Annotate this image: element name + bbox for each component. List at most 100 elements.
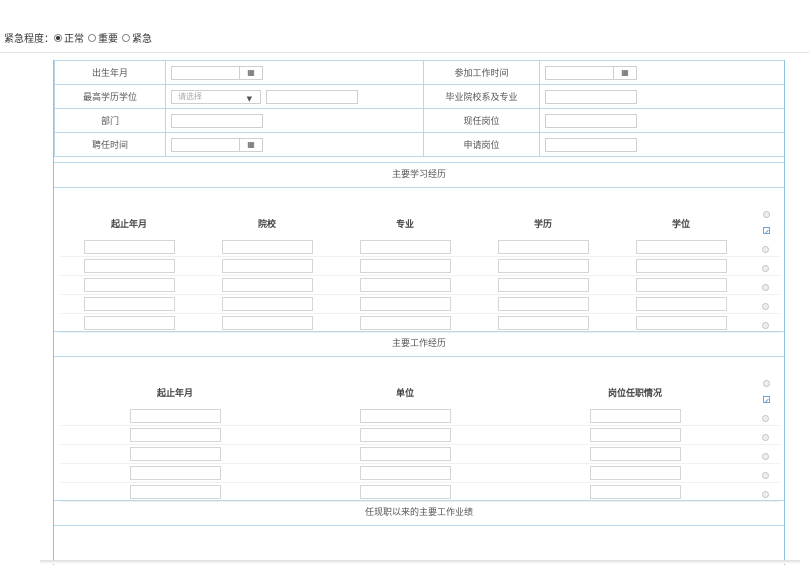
radio-icon[interactable] bbox=[54, 33, 62, 42]
urgency-option-normal[interactable]: 正常 bbox=[54, 30, 84, 45]
work-header: 起止年月 单位 岗位任职情况 bbox=[60, 386, 750, 399]
remove-circle-icon[interactable] bbox=[750, 314, 780, 333]
study-degree-input[interactable] bbox=[635, 278, 727, 292]
work-duties-input[interactable] bbox=[589, 466, 681, 480]
table-row bbox=[60, 483, 780, 502]
study-major-input[interactable] bbox=[359, 259, 451, 273]
work-period-input[interactable] bbox=[129, 428, 221, 442]
study-period-input[interactable] bbox=[83, 316, 175, 330]
study-degree-input[interactable] bbox=[635, 297, 727, 311]
urgency-group: 紧急程度： 正常 重要 紧急 bbox=[4, 30, 156, 45]
study-period-input[interactable] bbox=[83, 297, 175, 311]
work-duties-input[interactable] bbox=[589, 447, 681, 461]
work-period-input[interactable] bbox=[129, 447, 221, 461]
study-education-input[interactable] bbox=[497, 297, 589, 311]
study-school-input[interactable] bbox=[221, 259, 313, 273]
edit-icon[interactable] bbox=[763, 388, 770, 407]
remove-circle-icon[interactable] bbox=[750, 257, 780, 276]
work-employer-input[interactable] bbox=[359, 466, 451, 480]
work-employer-input[interactable] bbox=[359, 447, 451, 461]
education-select[interactable]: 请选择 ▼ bbox=[171, 89, 261, 104]
table-row bbox=[60, 464, 780, 483]
work-employer-input[interactable] bbox=[359, 428, 451, 442]
study-period-input[interactable] bbox=[83, 278, 175, 292]
application-form: 出生年月 ▦ 参加工作时间 ▦ 最高学历学位 请选择 ▼ 毕业院校系及专业 部门 … bbox=[53, 60, 785, 565]
calendar-icon[interactable]: ▦ bbox=[239, 137, 263, 152]
study-education-input[interactable] bbox=[497, 259, 589, 273]
work-period-input[interactable] bbox=[129, 485, 221, 499]
remove-circle-icon[interactable] bbox=[750, 276, 780, 295]
divider bbox=[0, 52, 809, 53]
work-history-title: 主要工作经历 bbox=[54, 331, 784, 357]
study-education-input[interactable] bbox=[497, 278, 589, 292]
study-period-input[interactable] bbox=[83, 259, 175, 273]
calendar-icon[interactable]: ▦ bbox=[613, 65, 637, 80]
work-employer-input[interactable] bbox=[359, 409, 451, 423]
remove-circle-icon[interactable] bbox=[750, 295, 780, 314]
col-period: 起止年月 bbox=[110, 220, 147, 230]
remove-circle-icon[interactable] bbox=[750, 426, 780, 445]
school-major-input[interactable] bbox=[545, 89, 637, 104]
study-degree-input[interactable] bbox=[635, 259, 727, 273]
radio-icon[interactable] bbox=[122, 33, 130, 42]
study-header: 起止年月 院校 专业 学历 学位 bbox=[60, 217, 750, 230]
study-major-input[interactable] bbox=[359, 240, 451, 254]
work-employer-input[interactable] bbox=[359, 485, 451, 499]
work-duties-input[interactable] bbox=[589, 409, 681, 423]
table-row bbox=[60, 295, 780, 314]
birth-label: 出生年月 bbox=[54, 60, 166, 85]
remove-circle-icon[interactable] bbox=[750, 483, 780, 502]
work-duties-input[interactable] bbox=[589, 428, 681, 442]
study-history-title: 主要学习经历 bbox=[54, 162, 784, 188]
work-start-date-input[interactable]: ▦ bbox=[545, 65, 637, 80]
table-row bbox=[60, 314, 780, 333]
study-history-grid: 起止年月 院校 专业 学历 学位 bbox=[54, 188, 784, 333]
study-school-input[interactable] bbox=[221, 278, 313, 292]
apply-position-input[interactable] bbox=[545, 137, 637, 152]
table-row bbox=[60, 445, 780, 464]
col-school: 院校 bbox=[257, 220, 276, 230]
col-period: 起止年月 bbox=[156, 389, 193, 399]
work-start-label: 参加工作时间 bbox=[423, 60, 540, 85]
work-rows bbox=[60, 407, 780, 502]
department-input[interactable] bbox=[171, 113, 263, 128]
birth-date-input[interactable]: ▦ bbox=[171, 65, 263, 80]
study-major-input[interactable] bbox=[359, 316, 451, 330]
study-education-input[interactable] bbox=[497, 316, 589, 330]
study-major-input[interactable] bbox=[359, 278, 451, 292]
study-education-input[interactable] bbox=[497, 240, 589, 254]
education-detail-input[interactable] bbox=[265, 89, 358, 104]
study-degree-input[interactable] bbox=[635, 240, 727, 254]
calendar-icon[interactable]: ▦ bbox=[239, 65, 263, 80]
table-row bbox=[60, 257, 780, 276]
study-school-input[interactable] bbox=[221, 297, 313, 311]
radio-icon[interactable] bbox=[88, 33, 96, 42]
remove-circle-icon[interactable] bbox=[750, 464, 780, 483]
current-position-label: 现任岗位 bbox=[423, 108, 540, 133]
basic-info-table: 出生年月 ▦ 参加工作时间 ▦ 最高学历学位 请选择 ▼ 毕业院校系及专业 部门 … bbox=[54, 60, 784, 157]
urgency-option-important[interactable]: 重要 bbox=[88, 30, 118, 45]
study-major-input[interactable] bbox=[359, 297, 451, 311]
table-row bbox=[60, 426, 780, 445]
study-school-input[interactable] bbox=[221, 240, 313, 254]
work-duties-input[interactable] bbox=[589, 485, 681, 499]
edit-icon[interactable] bbox=[763, 219, 770, 238]
hire-date-label: 聘任时间 bbox=[54, 132, 166, 157]
hire-date-input[interactable]: ▦ bbox=[171, 137, 263, 152]
urgency-option-urgent[interactable]: 紧急 bbox=[122, 30, 152, 45]
study-degree-input[interactable] bbox=[635, 316, 727, 330]
remove-circle-icon[interactable] bbox=[750, 445, 780, 464]
remove-circle-icon[interactable] bbox=[750, 238, 780, 257]
remove-circle-icon[interactable] bbox=[750, 407, 780, 426]
department-label: 部门 bbox=[54, 108, 166, 133]
table-row bbox=[60, 276, 780, 295]
study-period-input[interactable] bbox=[83, 240, 175, 254]
col-degree: 学位 bbox=[671, 220, 690, 230]
work-period-input[interactable] bbox=[129, 409, 221, 423]
study-school-input[interactable] bbox=[221, 316, 313, 330]
education-label: 最高学历学位 bbox=[54, 84, 166, 109]
col-education: 学历 bbox=[533, 220, 552, 230]
work-period-input[interactable] bbox=[129, 466, 221, 480]
current-position-input[interactable] bbox=[545, 113, 637, 128]
frame-shadow bbox=[40, 560, 800, 564]
